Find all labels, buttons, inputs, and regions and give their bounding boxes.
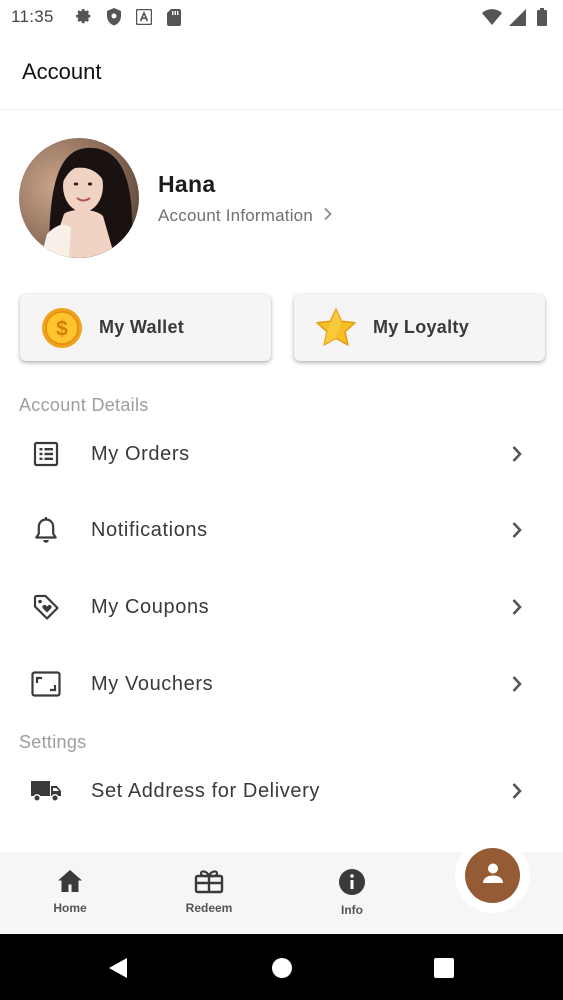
font-a-icon	[134, 7, 154, 27]
list-icon	[30, 438, 62, 470]
home-circle-icon	[272, 958, 292, 978]
star-icon	[314, 306, 358, 350]
gift-icon	[194, 868, 224, 899]
avatar[interactable]	[19, 138, 139, 258]
chevron-right-icon	[507, 597, 527, 617]
system-navigation-bar	[0, 934, 563, 1000]
nav-home-label: Home	[53, 901, 87, 915]
sd-card-icon	[164, 7, 184, 27]
chevron-right-icon	[507, 781, 527, 801]
truck-icon	[30, 775, 62, 807]
nav-info[interactable]: Info	[307, 868, 397, 917]
bell-icon	[30, 514, 62, 546]
chevron-right-icon	[507, 444, 527, 464]
my-wallet-card[interactable]: $ My Wallet	[20, 294, 271, 361]
settings-heading: Settings	[19, 732, 87, 752]
app-bar: Account	[0, 34, 563, 110]
menu-item-notifications[interactable]: Notifications	[0, 495, 563, 565]
recents-button[interactable]	[432, 956, 456, 980]
shield-icon	[104, 7, 124, 27]
battery-icon	[532, 7, 552, 27]
cell-signal-icon	[507, 7, 527, 27]
nav-redeem-label: Redeem	[185, 901, 233, 915]
menu-item-set-address[interactable]: Set Address for Delivery	[0, 756, 563, 826]
my-wallet-label: My Wallet	[99, 317, 185, 337]
profile-name: Hana	[158, 171, 216, 197]
menu-label-my-coupons: My Coupons	[91, 595, 210, 618]
back-button[interactable]	[106, 956, 130, 980]
home-button[interactable]	[270, 956, 294, 980]
nav-info-label: Info	[341, 903, 363, 917]
voucher-icon	[30, 668, 62, 700]
svg-text:$: $	[56, 317, 68, 340]
gear-icon	[74, 7, 94, 27]
menu-label-notifications: Notifications	[91, 518, 208, 541]
nav-account-active[interactable]	[465, 848, 520, 903]
nav-redeem[interactable]: Redeem	[164, 868, 254, 915]
menu-item-my-vouchers[interactable]: My Vouchers	[0, 649, 563, 719]
my-loyalty-label: My Loyalty	[373, 317, 470, 337]
user-photo	[19, 138, 139, 258]
status-icons-right	[482, 7, 552, 27]
menu-label-my-vouchers: My Vouchers	[91, 672, 214, 695]
menu-label-my-orders: My Orders	[91, 442, 190, 465]
wifi-icon	[482, 7, 502, 27]
nav-home[interactable]: Home	[25, 868, 115, 915]
my-loyalty-card[interactable]: My Loyalty	[294, 294, 545, 361]
account-details-heading: Account Details	[19, 395, 149, 415]
coin-icon: $	[40, 306, 84, 350]
profile-header: Hana Account Information	[0, 110, 563, 285]
person-icon	[480, 860, 506, 891]
menu-item-my-coupons[interactable]: My Coupons	[0, 572, 563, 642]
page-title: Account	[22, 59, 102, 84]
account-information-label: Account Information	[158, 206, 313, 225]
chevron-right-icon	[507, 674, 527, 694]
recents-square-icon	[434, 958, 454, 978]
menu-label-set-address: Set Address for Delivery	[91, 779, 320, 802]
chevron-right-icon	[507, 520, 527, 540]
chevron-right-icon	[323, 207, 333, 226]
back-triangle-icon	[109, 958, 127, 978]
tag-icon	[30, 591, 62, 623]
info-icon	[338, 868, 366, 901]
status-time: 11:35	[11, 7, 54, 26]
menu-item-my-orders[interactable]: My Orders	[0, 419, 563, 489]
status-icons-left	[74, 7, 184, 27]
status-bar: 11:35	[0, 0, 563, 34]
account-information-link[interactable]: Account Information	[158, 206, 333, 226]
home-icon	[56, 868, 84, 899]
